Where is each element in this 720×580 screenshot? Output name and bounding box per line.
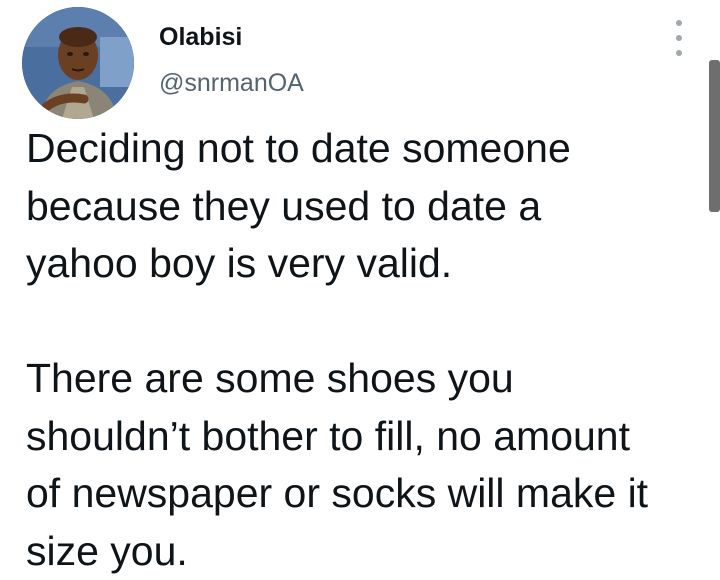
more-vertical-icon [676,20,682,26]
tweet-paragraph-2: There are some shoes you shouldn’t bothe… [26,355,649,574]
profile-photo [22,7,134,119]
more-options-button[interactable] [668,20,690,56]
avatar[interactable] [22,7,134,119]
tweet-paragraph-1: Deciding not to date someone because the… [26,125,571,286]
scrollbar[interactable] [709,60,720,212]
author-handle[interactable]: @snrmanOA [159,68,304,98]
more-vertical-icon-dot [676,50,682,56]
author-name[interactable]: Olabisi [159,22,242,52]
tweet-text: Deciding not to date someone because the… [26,120,706,580]
more-vertical-icon-dot [676,35,682,41]
